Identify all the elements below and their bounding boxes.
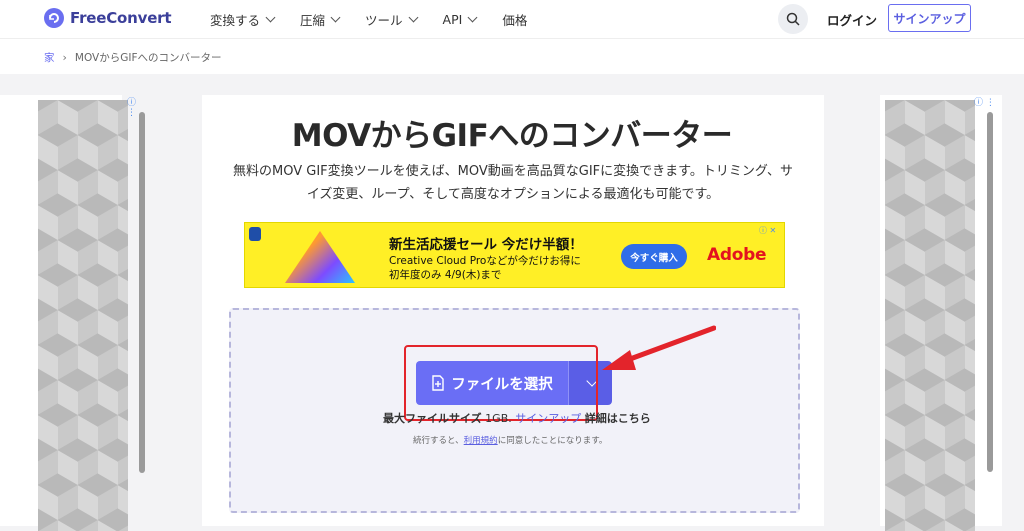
details-link[interactable]: 詳細 [585, 412, 607, 425]
chevron-right-icon: › [62, 51, 67, 64]
max-size-value: 1GB. [485, 412, 512, 425]
menu-api-label: API [442, 12, 463, 27]
signup-button[interactable]: サインアップ [888, 4, 971, 32]
banner-buy-button[interactable]: 今すぐ購入 [621, 244, 687, 269]
menu-api[interactable]: API [442, 10, 478, 29]
chevron-down-icon [265, 12, 276, 23]
ad-pattern-image [38, 100, 128, 531]
annotation-arrow-icon [602, 325, 716, 370]
main-menu: 変換する 圧縮 ツール API 価格 [210, 10, 553, 29]
shield-icon [249, 227, 261, 241]
banner-text: Creative Cloud Proなどが今だけお得に 初年度のみ 4/9(木)… [389, 254, 581, 282]
ad-info-icon[interactable]: ⓘ ⋮ [974, 95, 995, 108]
adobe-banner-ad[interactable]: 新生活応援セール 今だけ半額！ Creative Cloud Proなどが今だけ… [244, 222, 785, 288]
menu-tools-label: ツール [365, 13, 403, 28]
freeconvert-logo-icon [44, 8, 64, 28]
search-icon [786, 12, 800, 26]
terms-link[interactable]: 利用規約 [464, 436, 498, 446]
chevron-down-icon [467, 12, 478, 23]
left-ad-scrollbar[interactable] [139, 112, 145, 472]
breadcrumb-home[interactable]: 家 [44, 50, 55, 65]
menu-pricing[interactable]: 価格 [502, 10, 527, 29]
breadcrumb-current: MOVからGIFへのコンバーター [74, 52, 222, 64]
ad-pattern-image [885, 100, 975, 531]
top-navbar: FreeConvert 変換する 圧縮 ツール API 価格 ログイン サインア… [0, 0, 1024, 38]
page-title: MOVからGIFへのコンバーター [291, 118, 733, 154]
brand-logo[interactable]: FreeConvert [44, 8, 172, 28]
menu-convert-label: 変換する [210, 13, 261, 28]
menu-convert[interactable]: 変換する [210, 10, 276, 29]
details-suffix: はこちら [606, 412, 651, 425]
menu-tools[interactable]: ツール [365, 10, 418, 29]
search-button[interactable] [778, 4, 808, 34]
page-description: 無料のMOV GIF変換ツールを使えば、MOV動画を高品質なGIFに変換できます… [233, 164, 793, 202]
acrobat-logo-icon [285, 231, 355, 283]
chevron-down-icon [330, 12, 341, 23]
chevron-down-icon [408, 12, 418, 23]
brand-name: FreeConvert [70, 9, 172, 27]
left-ad[interactable]: ⓘ ⋮ [0, 95, 145, 531]
menu-compress-label: 圧縮 [300, 13, 326, 28]
banner-line-2: 初年度のみ 4/9(木)まで [389, 269, 502, 281]
max-file-size-info: 最大ファイルサイズ 1GB. サインアップ 詳細はこちら [383, 410, 651, 426]
ad-info-icon[interactable]: ⓘ ✕ [759, 225, 776, 236]
right-ad[interactable]: ⓘ ⋮ [880, 95, 1002, 531]
menu-compress[interactable]: 圧縮 [300, 10, 341, 29]
terms-suffix: に同意したことになります。 [497, 436, 608, 446]
login-link[interactable]: ログイン [827, 10, 877, 29]
breadcrumb: 家 › MOVからGIFへのコンバーター [44, 50, 222, 65]
max-size-label: 最大ファイルサイズ [383, 412, 482, 425]
terms-notice: 続行すると、利用規約に同意したことになります。 [413, 434, 607, 446]
adobe-logo: Adobe [707, 245, 767, 265]
banner-headline: 新生活応援セール 今だけ半額！ [389, 237, 583, 253]
terms-prefix: 続行すると、 [413, 436, 464, 446]
right-ad-scrollbar[interactable] [987, 112, 993, 472]
signup-link[interactable]: サインアップ [515, 412, 581, 425]
menu-pricing-label: 価格 [502, 13, 528, 28]
banner-line-1: Creative Cloud Proなどが今だけお得に [389, 255, 581, 267]
